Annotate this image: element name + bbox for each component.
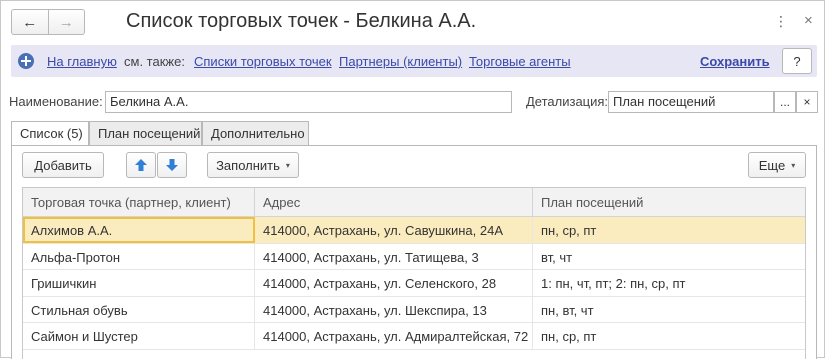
column-header-visit-plan[interactable]: План посещений bbox=[533, 188, 805, 216]
cell-visit-plan: пн, ср, пт bbox=[541, 329, 597, 344]
cell-visit-plan: 1: пн, чт, пт; 2: пн, ср, пт bbox=[541, 276, 686, 291]
cell-outlet: Стильная обувь bbox=[23, 296, 255, 322]
cell-address: 414000, Астрахань, ул. Селенского, 28 bbox=[255, 270, 533, 296]
cell-address: 414000, Астрахань, ул. Шекспира, 13 bbox=[255, 296, 533, 322]
back-button[interactable]: ← bbox=[12, 10, 49, 34]
fill-button[interactable]: Заполнить ▾ bbox=[207, 152, 299, 178]
sales-agents-link[interactable]: Торговые агенты bbox=[469, 54, 571, 69]
move-down-button[interactable] bbox=[157, 152, 187, 178]
detail-field[interactable]: План посещений bbox=[608, 91, 774, 113]
cell-outlet: Алхимов А.А. bbox=[23, 217, 255, 243]
outlet-lists-link[interactable]: Списки торговых точек bbox=[194, 54, 332, 69]
detail-select-button[interactable]: ... bbox=[774, 91, 796, 113]
column-header-address[interactable]: Адрес bbox=[255, 188, 533, 216]
more-button[interactable]: Еще ▾ bbox=[748, 152, 806, 178]
arrow-up-icon bbox=[135, 159, 147, 171]
cell-address: 414000, Астрахань, ул. Татищева, 3 bbox=[255, 243, 533, 269]
cell-address: 414000, Астрахань, ул. Савушкина, 24А bbox=[255, 217, 533, 243]
cell-visit-plan: пн, ср, пт bbox=[541, 223, 597, 238]
app-logo-icon bbox=[18, 53, 34, 69]
name-field[interactable]: Белкина А.А. bbox=[105, 91, 512, 113]
chevron-down-icon: ▾ bbox=[285, 160, 290, 170]
save-link[interactable]: Сохранить bbox=[700, 54, 770, 69]
table-header: Торговая точка (партнер, клиент) Адрес П… bbox=[23, 188, 805, 217]
partners-link[interactable]: Партнеры (клиенты) bbox=[339, 54, 462, 69]
move-up-button[interactable] bbox=[126, 152, 156, 178]
window: ← → Список торговых точек - Белкина А.А.… bbox=[0, 0, 825, 359]
cell-outlet: Альфа-Протон bbox=[23, 243, 255, 269]
column-header-outlet[interactable]: Торговая точка (партнер, клиент) bbox=[23, 188, 255, 216]
cell-outlet: Саймон и Шустер bbox=[23, 323, 255, 349]
more-options-icon[interactable]: ⋮ bbox=[774, 13, 788, 30]
cell-outlet: Гришичкин bbox=[23, 270, 255, 296]
tab-list[interactable]: Список (5) bbox=[11, 121, 89, 146]
table-row[interactable]: Саймон и Шустер 414000, Астрахань, ул. А… bbox=[23, 323, 805, 350]
window-title: Список торговых точек - Белкина А.А. bbox=[126, 10, 477, 32]
table-row[interactable]: Гришичкин 414000, Астрахань, ул. Селенск… bbox=[23, 270, 805, 297]
forward-button[interactable]: → bbox=[49, 10, 85, 34]
name-label: Наименование: bbox=[9, 94, 103, 109]
outlets-table: Торговая точка (партнер, клиент) Адрес П… bbox=[22, 187, 806, 359]
close-icon[interactable]: × bbox=[804, 12, 813, 29]
home-link[interactable]: На главную bbox=[47, 54, 117, 69]
tab-visit-plan[interactable]: План посещений bbox=[89, 121, 202, 145]
chevron-down-icon: ▾ bbox=[791, 160, 796, 170]
table-row[interactable]: Альфа-Протон 414000, Астрахань, ул. Тати… bbox=[23, 243, 805, 270]
cell-visit-plan: пн, вт, чт bbox=[541, 302, 594, 318]
table-row[interactable]: Стильная обувь 414000, Астрахань, ул. Ше… bbox=[23, 296, 805, 323]
add-button[interactable]: Добавить bbox=[22, 152, 104, 178]
table-row[interactable]: Алхимов А.А. 414000, Астрахань, ул. Саву… bbox=[23, 217, 805, 244]
tab-additional[interactable]: Дополнительно bbox=[202, 121, 309, 145]
history-nav: ← → bbox=[11, 9, 85, 35]
detail-label: Детализация: bbox=[526, 94, 609, 109]
more-button-label: Еще bbox=[758, 157, 786, 173]
arrow-down-icon bbox=[166, 159, 178, 171]
detail-clear-button[interactable]: × bbox=[796, 91, 818, 113]
cell-address: 414000, Астрахань, ул. Адмиралтейская, 7… bbox=[255, 323, 533, 349]
fill-button-label: Заполнить bbox=[216, 157, 280, 173]
navigation-bar: На главную см. также: Списки торговых то… bbox=[11, 45, 817, 77]
cell-visit-plan: вт, чт bbox=[541, 249, 573, 265]
help-button[interactable]: ? bbox=[782, 48, 812, 74]
see-also-label: см. также: bbox=[124, 54, 185, 69]
